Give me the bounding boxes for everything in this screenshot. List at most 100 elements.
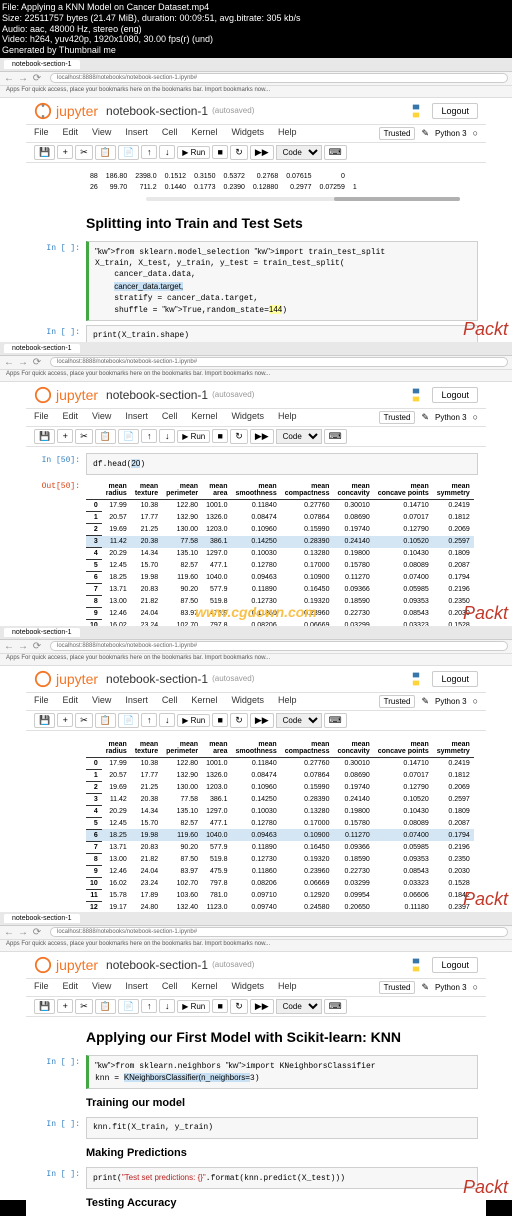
stop-button[interactable]: ■ xyxy=(212,429,228,443)
browser-tab[interactable]: notebook-section-1 xyxy=(4,60,80,69)
command-palette-button[interactable]: ⌨ xyxy=(324,999,347,1014)
notebook-title[interactable]: notebook-section-1 xyxy=(106,388,208,402)
copy-button[interactable]: 📋 xyxy=(95,429,116,444)
kernel-name[interactable]: Python 3 xyxy=(435,697,467,706)
url-bar[interactable]: localhost:8888/notebooks/notebook-sectio… xyxy=(50,357,508,367)
menu-item-widgets[interactable]: Widgets xyxy=(231,127,264,140)
logout-button[interactable]: Logout xyxy=(432,957,478,973)
stop-button[interactable]: ■ xyxy=(212,713,228,727)
menu-item-cell[interactable]: Cell xyxy=(162,981,178,994)
table-scrollbar[interactable] xyxy=(146,197,460,201)
url-bar[interactable]: localhost:8888/notebooks/notebook-sectio… xyxy=(50,73,508,83)
edit-icon[interactable]: ✎ xyxy=(421,128,429,139)
restart-run-button[interactable]: ▶▶ xyxy=(250,713,274,728)
add-cell-button[interactable]: + xyxy=(57,713,73,727)
save-button[interactable]: 💾 xyxy=(34,429,55,444)
menu-item-edit[interactable]: Edit xyxy=(63,981,79,994)
save-button[interactable]: 💾 xyxy=(34,713,55,728)
menu-item-edit[interactable]: Edit xyxy=(63,695,79,708)
menu-item-widgets[interactable]: Widgets xyxy=(231,981,264,994)
forward-icon[interactable]: → xyxy=(18,73,28,83)
trusted-badge[interactable]: Trusted xyxy=(379,411,416,424)
menu-item-file[interactable]: File xyxy=(34,981,49,994)
reload-icon[interactable]: ⟳ xyxy=(32,641,42,651)
back-icon[interactable]: ← xyxy=(4,357,14,367)
paste-button[interactable]: 📄 xyxy=(118,999,139,1014)
stop-button[interactable]: ■ xyxy=(212,999,228,1013)
url-bar[interactable]: localhost:8888/notebooks/notebook-sectio… xyxy=(50,641,508,651)
command-palette-button[interactable]: ⌨ xyxy=(324,713,347,728)
menu-item-cell[interactable]: Cell xyxy=(162,127,178,140)
paste-button[interactable]: 📄 xyxy=(118,145,139,160)
menu-item-kernel[interactable]: Kernel xyxy=(191,411,217,424)
reload-icon[interactable]: ⟳ xyxy=(32,73,42,83)
menu-item-kernel[interactable]: Kernel xyxy=(191,127,217,140)
menu-item-cell[interactable]: Cell xyxy=(162,695,178,708)
move-up-button[interactable]: ↑ xyxy=(141,429,157,443)
menu-item-view[interactable]: View xyxy=(92,127,111,140)
copy-button[interactable]: 📋 xyxy=(95,999,116,1014)
move-down-button[interactable]: ↓ xyxy=(159,429,175,443)
copy-button[interactable]: 📋 xyxy=(95,145,116,160)
menu-item-edit[interactable]: Edit xyxy=(63,411,79,424)
cut-button[interactable]: ✂ xyxy=(75,429,93,444)
cell-type-select[interactable]: Code xyxy=(276,429,322,444)
move-down-button[interactable]: ↓ xyxy=(159,145,175,159)
code-cell-knn[interactable]: "kw">from sklearn.neighbors "kw">import … xyxy=(86,1055,478,1089)
command-palette-button[interactable]: ⌨ xyxy=(324,429,347,444)
restart-button[interactable]: ↻ xyxy=(230,999,248,1014)
logout-button[interactable]: Logout xyxy=(432,387,478,403)
cell-type-select[interactable]: Code xyxy=(276,999,322,1014)
forward-icon[interactable]: → xyxy=(18,357,28,367)
logout-button[interactable]: Logout xyxy=(432,103,478,119)
reload-icon[interactable]: ⟳ xyxy=(32,927,42,937)
logout-button[interactable]: Logout xyxy=(432,671,478,687)
restart-run-button[interactable]: ▶▶ xyxy=(250,145,274,160)
menu-item-kernel[interactable]: Kernel xyxy=(191,981,217,994)
move-up-button[interactable]: ↑ xyxy=(141,145,157,159)
menu-item-cell[interactable]: Cell xyxy=(162,411,178,424)
cut-button[interactable]: ✂ xyxy=(75,145,93,160)
menu-item-file[interactable]: File xyxy=(34,411,49,424)
kernel-name[interactable]: Python 3 xyxy=(435,983,467,992)
trusted-badge[interactable]: Trusted xyxy=(379,695,416,708)
menu-item-view[interactable]: View xyxy=(92,411,111,424)
back-icon[interactable]: ← xyxy=(4,641,14,651)
menu-item-help[interactable]: Help xyxy=(278,127,297,140)
code-cell-split[interactable]: "kw">from sklearn.model_selection "kw">i… xyxy=(86,241,478,321)
cell-type-select[interactable]: Code xyxy=(276,145,322,160)
stop-button[interactable]: ■ xyxy=(212,145,228,159)
copy-button[interactable]: 📋 xyxy=(95,713,116,728)
forward-icon[interactable]: → xyxy=(18,641,28,651)
menu-item-widgets[interactable]: Widgets xyxy=(231,411,264,424)
run-button[interactable]: ▶ Run xyxy=(177,714,210,727)
restart-button[interactable]: ↻ xyxy=(230,713,248,728)
command-palette-button[interactable]: ⌨ xyxy=(324,145,347,160)
notebook-title[interactable]: notebook-section-1 xyxy=(106,958,208,972)
add-cell-button[interactable]: + xyxy=(57,145,73,159)
restart-button[interactable]: ↻ xyxy=(230,429,248,444)
paste-button[interactable]: 📄 xyxy=(118,713,139,728)
run-button[interactable]: ▶ Run xyxy=(177,1000,210,1013)
edit-icon[interactable]: ✎ xyxy=(421,982,429,993)
back-icon[interactable]: ← xyxy=(4,73,14,83)
save-button[interactable]: 💾 xyxy=(34,999,55,1014)
url-bar[interactable]: localhost:8888/notebooks/notebook-sectio… xyxy=(50,927,508,937)
menu-item-insert[interactable]: Insert xyxy=(125,981,148,994)
move-up-button[interactable]: ↑ xyxy=(141,713,157,727)
kernel-name[interactable]: Python 3 xyxy=(435,129,467,138)
browser-tab[interactable]: notebook-section-1 xyxy=(4,628,80,637)
cut-button[interactable]: ✂ xyxy=(75,713,93,728)
browser-tab[interactable]: notebook-section-1 xyxy=(4,914,80,923)
trusted-badge[interactable]: Trusted xyxy=(379,981,416,994)
back-icon[interactable]: ← xyxy=(4,927,14,937)
menu-item-help[interactable]: Help xyxy=(278,981,297,994)
add-cell-button[interactable]: + xyxy=(57,429,73,443)
menu-item-kernel[interactable]: Kernel xyxy=(191,695,217,708)
kernel-name[interactable]: Python 3 xyxy=(435,413,467,422)
edit-icon[interactable]: ✎ xyxy=(421,412,429,423)
menu-item-widgets[interactable]: Widgets xyxy=(231,695,264,708)
restart-button[interactable]: ↻ xyxy=(230,145,248,160)
trusted-badge[interactable]: Trusted xyxy=(379,127,416,140)
menu-item-insert[interactable]: Insert xyxy=(125,695,148,708)
